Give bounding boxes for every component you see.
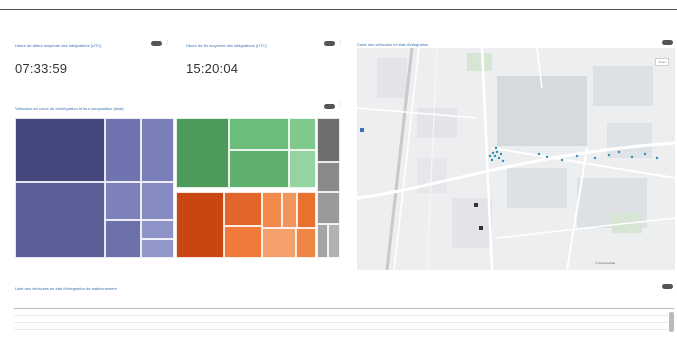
table-scrollbar[interactable] [669, 312, 674, 332]
treemap-menu-icon[interactable]: ⋮ [338, 104, 343, 109]
table-title: Liste des véhicules en état d'intégratio… [15, 286, 117, 291]
table-row[interactable] [14, 316, 674, 323]
map-attribution[interactable]: © OpenStreetMap [595, 262, 615, 265]
treemap-tile[interactable] [262, 228, 296, 258]
treemap-toggle[interactable] [324, 104, 335, 109]
treemap-tile[interactable] [317, 192, 340, 224]
kpi-first-toggle[interactable] [151, 41, 162, 46]
treemap-tile[interactable] [105, 118, 141, 182]
treemap-tile[interactable] [224, 226, 262, 258]
map-canvas [357, 48, 675, 270]
treemap-tile[interactable] [15, 182, 105, 258]
map-toggle[interactable] [662, 40, 673, 45]
treemap-tile[interactable] [176, 118, 229, 188]
table-toggle[interactable] [662, 284, 673, 289]
map-title: Carte des véhicules en état d'intégratio… [357, 42, 429, 47]
kpi-last-toggle[interactable] [324, 41, 335, 46]
treemap-tile[interactable] [289, 118, 316, 150]
map-view[interactable]: Zoom © OpenStreetMap [357, 48, 675, 270]
treemap-tile[interactable] [15, 118, 105, 182]
treemap-tile[interactable] [328, 224, 340, 258]
treemap-tile[interactable] [229, 150, 289, 188]
treemap-tile[interactable] [141, 118, 174, 182]
treemap-tile[interactable] [262, 192, 282, 228]
treemap-tile[interactable] [176, 192, 224, 258]
vehicle-table [14, 302, 674, 330]
kpi-last-value: 15:20:04 [186, 61, 239, 76]
map-zoom-control[interactable]: Zoom [655, 58, 669, 66]
table-header-row [14, 302, 674, 309]
kpi-first-menu-icon[interactable]: ⋮ [165, 41, 170, 46]
treemap-tile[interactable] [141, 220, 174, 239]
kpi-last-title: Heure de fin moyenne des intégrations (U… [186, 43, 267, 48]
treemap-tile[interactable] [141, 239, 174, 258]
treemap-tile[interactable] [317, 162, 340, 192]
treemap-tile[interactable] [296, 228, 316, 258]
treemap-tile[interactable] [282, 192, 297, 228]
treemap-tile[interactable] [317, 118, 340, 162]
treemap-tile[interactable] [289, 150, 316, 188]
kpi-last-menu-icon[interactable]: ⋮ [338, 41, 343, 46]
kpi-first-title: Heure de début moyenne des intégrations … [15, 43, 102, 48]
treemap-tile[interactable] [317, 224, 328, 258]
kpi-first-value: 07:33:59 [15, 61, 68, 76]
treemap-tile[interactable] [229, 118, 289, 150]
treemap-tile[interactable] [105, 220, 141, 258]
table-row[interactable] [14, 323, 674, 330]
treemap-chart [15, 118, 340, 258]
treemap-tile[interactable] [224, 192, 262, 226]
treemap-tile[interactable] [105, 182, 141, 220]
treemap-tile[interactable] [141, 182, 174, 220]
table-row[interactable] [14, 309, 674, 316]
top-bar [0, 0, 677, 10]
treemap-title: Véhicules en cours de réintégration et l… [15, 106, 124, 111]
treemap-tile[interactable] [297, 192, 316, 228]
